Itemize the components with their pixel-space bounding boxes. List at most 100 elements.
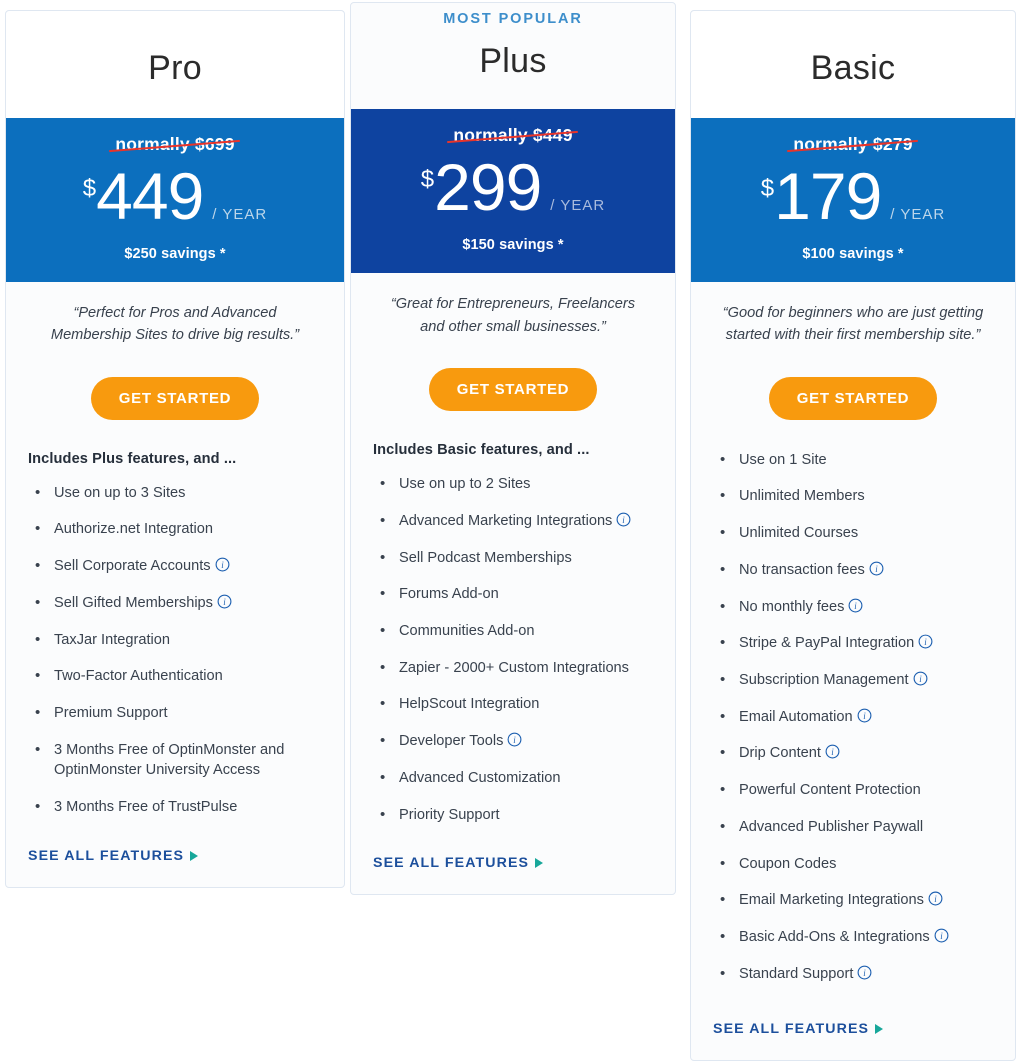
feature-item: Unlimited Courses	[718, 522, 993, 544]
feature-label: Unlimited Courses	[739, 525, 859, 542]
feature-item: Sell Gifted Memberships i	[33, 592, 322, 614]
feature-label: Sell Gifted Memberships	[54, 594, 213, 611]
plan-name: Pro	[148, 49, 202, 87]
info-icon[interactable]: i	[934, 928, 949, 943]
feature-label: Priority Support	[399, 806, 500, 823]
feature-item: Sell Podcast Memberships	[378, 547, 653, 569]
feature-label: Use on up to 3 Sites	[54, 484, 186, 501]
price-row: $299/ YEAR	[361, 154, 665, 220]
card-body: “Perfect for Pros and Advanced Membershi…	[6, 282, 344, 887]
feature-label: 3 Months Free of TrustPulse	[54, 799, 238, 816]
feature-item: Premium Support	[33, 702, 322, 724]
feature-item: No transaction fees i	[718, 559, 993, 581]
feature-item: HelpScout Integration	[378, 693, 653, 715]
see-all-features-link[interactable]: SEE ALL FEATURES	[373, 855, 544, 871]
price-amount: 179	[774, 158, 882, 233]
info-icon[interactable]: i	[928, 891, 943, 906]
info-icon[interactable]: i	[217, 594, 232, 609]
feature-label: Premium Support	[54, 705, 168, 722]
currency-symbol: $	[760, 174, 775, 202]
svg-text:i: i	[855, 600, 858, 610]
feature-item: Use on up to 2 Sites	[378, 473, 653, 495]
feature-item: Powerful Content Protection	[718, 779, 993, 801]
feature-label: Subscription Management	[739, 672, 909, 689]
feature-item: Sell Corporate Accounts i	[33, 555, 322, 577]
feature-label: Advanced Marketing Integrations	[399, 512, 613, 529]
includes-line: Includes Plus features, and ...	[28, 450, 237, 467]
feature-item: Advanced Marketing Integrations i	[378, 510, 653, 532]
feature-label: Two-Factor Authentication	[54, 668, 223, 685]
feature-item: Communities Add-on	[378, 620, 653, 642]
feature-item: Email Marketing Integrations i	[718, 889, 993, 911]
see-all-features-link[interactable]: SEE ALL FEATURES	[28, 847, 199, 864]
price-band: normally $699 $449/ YEAR $250 savings *	[6, 118, 344, 282]
info-icon[interactable]: i	[869, 561, 884, 576]
plan-name: Basic	[810, 49, 896, 87]
original-price-wrap: normally $279	[701, 132, 1005, 157]
caret-right-icon	[875, 1023, 884, 1034]
feature-label: Coupon Codes	[739, 855, 837, 872]
feature-item: 3 Months Free of TrustPulse	[33, 796, 322, 818]
plan-quote: “Great for Entrepreneurs, Freelancers an…	[390, 295, 636, 335]
feature-label: Advanced Customization	[399, 769, 561, 786]
svg-text:i: i	[919, 674, 922, 684]
feature-label: Email Marketing Integrations	[739, 892, 924, 909]
original-price: normally $699	[113, 132, 236, 157]
feature-item: 3 Months Free of OptinMonster and OptinM…	[33, 739, 322, 781]
pricing-card-plus: MOST POPULAR Plus normally $449 $299/ YEAR $…	[350, 2, 676, 896]
feature-item: Forums Add-on	[378, 583, 653, 605]
svg-text:i: i	[831, 747, 834, 757]
feature-label: Sell Corporate Accounts	[54, 558, 211, 575]
billing-period: / YEAR	[212, 205, 268, 223]
see-all-features-link[interactable]: SEE ALL FEATURES	[713, 1021, 884, 1037]
feature-list: Use on up to 3 Sites Authorize.net Integr…	[28, 482, 322, 818]
feature-label: Standard Support	[739, 965, 854, 982]
feature-label: Use on 1 Site	[739, 451, 827, 468]
feature-item: Priority Support	[378, 804, 653, 826]
feature-label: TaxJar Integration	[54, 631, 171, 648]
price-row: $449/ YEAR	[16, 163, 334, 229]
info-icon[interactable]: i	[848, 598, 863, 613]
info-icon[interactable]: i	[825, 744, 840, 759]
price-band: normally $449 $299/ YEAR $150 savings *	[351, 109, 675, 273]
info-icon[interactable]: i	[857, 965, 872, 980]
caret-right-icon	[535, 858, 544, 869]
get-started-button[interactable]: GET STARTED	[90, 376, 260, 420]
card-body: “Great for Entrepreneurs, Freelancers an…	[351, 273, 675, 894]
feature-item: Advanced Publisher Paywall	[718, 816, 993, 838]
billing-period: / YEAR	[550, 196, 606, 214]
svg-text:i: i	[514, 735, 517, 745]
savings-text: $250 savings *	[124, 245, 226, 262]
feature-list: Use on 1 Site Unlimited Members Unlimited …	[713, 449, 993, 985]
svg-text:i: i	[223, 597, 226, 607]
see-all-features-label: SEE ALL FEATURES	[28, 847, 185, 864]
billing-period: / YEAR	[890, 205, 946, 223]
info-icon[interactable]: i	[913, 671, 928, 686]
feature-label: Forums Add-on	[399, 586, 499, 603]
original-price: normally $449	[451, 123, 574, 148]
info-icon[interactable]: i	[215, 557, 230, 572]
info-icon[interactable]: i	[507, 732, 522, 747]
price-band: normally $279 $179 / YEAR $100 savings *	[691, 118, 1015, 282]
savings-text: $150 savings *	[462, 236, 564, 253]
feature-item: Subscription Management i	[718, 669, 993, 691]
savings-text: $100 savings *	[802, 245, 904, 262]
feature-list: Use on up to 2 Sites Advanced Marketing I…	[373, 473, 653, 826]
feature-item: No monthly fees i	[718, 596, 993, 618]
feature-item: Developer Tools i	[378, 730, 653, 752]
cta-wrap: GET STARTED	[28, 376, 322, 420]
info-icon[interactable]: i	[918, 634, 933, 649]
info-icon[interactable]: i	[857, 708, 872, 723]
feature-label: Powerful Content Protection	[739, 782, 921, 799]
plan-name: Plus	[479, 42, 547, 81]
info-icon[interactable]: i	[616, 512, 631, 527]
svg-text:i: i	[934, 894, 937, 904]
pricing-card-basic: Basic normally $279 $179 / YEAR $100 savings…	[690, 10, 1016, 1061]
feature-item: Stripe & PayPal Integration i	[718, 632, 993, 654]
currency-symbol: $	[82, 174, 97, 202]
card-header: Basic	[691, 11, 1015, 118]
feature-item: Email Automation i	[718, 706, 993, 728]
get-started-button[interactable]: GET STARTED	[768, 376, 938, 420]
feature-label: Email Automation	[739, 708, 853, 725]
get-started-button[interactable]: GET STARTED	[428, 368, 598, 412]
